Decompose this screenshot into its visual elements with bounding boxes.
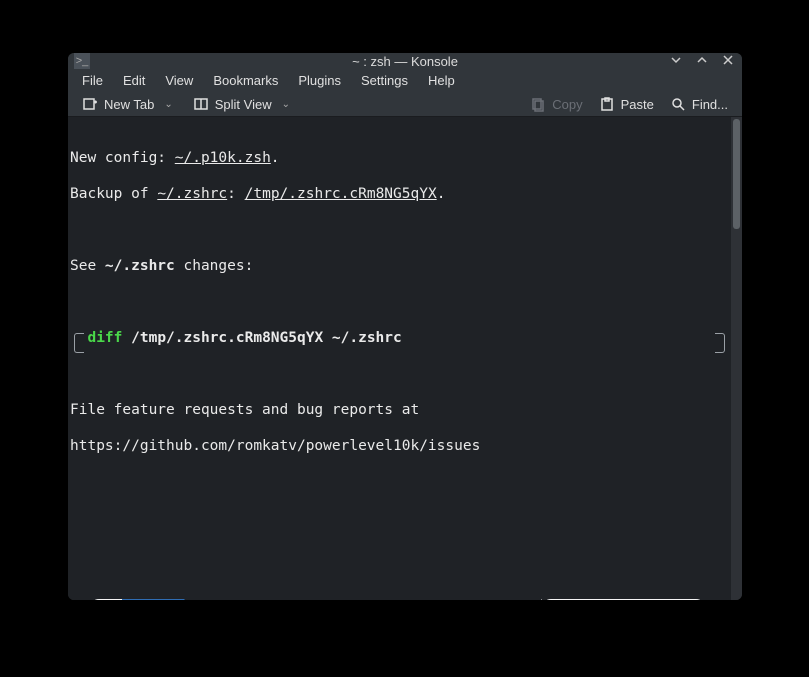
text: . <box>271 150 280 166</box>
terminal-content[interactable]: New config: ~/.p10k.zsh. Backup of ~/.zs… <box>68 117 731 600</box>
text: See <box>70 258 105 274</box>
time-prefix: at <box>552 599 578 600</box>
terminal-area: New config: ~/.p10k.zsh. Backup of ~/.zs… <box>68 117 742 600</box>
diff-args: /tmp/.zshrc.cRm8NG5qYX ~/.zshrc <box>131 330 402 346</box>
path-link[interactable]: ~/.zshrc <box>157 186 227 202</box>
text: changes: <box>175 258 254 274</box>
time-value: 11:10:11 PM <box>584 599 680 600</box>
chevron-down-icon[interactable]: ⌄ <box>160 99 176 110</box>
prompt-bracket-right <box>715 333 725 353</box>
paste-label: Paste <box>621 97 654 112</box>
menu-plugins[interactable]: Plugins <box>288 69 351 92</box>
paste-icon <box>599 96 615 112</box>
url-text: https://github.com/romkatv/powerlevel10k… <box>68 437 731 455</box>
menubar: File Edit View Bookmarks Plugins Setting… <box>68 69 742 92</box>
paste-button[interactable]: Paste <box>593 92 660 116</box>
dir-segment: 🏠 ~ <box>122 599 184 600</box>
copy-icon <box>530 96 546 112</box>
path-link[interactable]: ~/.p10k.zsh <box>175 150 271 166</box>
konsole-window: >_ ~ : zsh — Konsole File Edit View Book… <box>68 53 742 600</box>
find-button[interactable]: Find... <box>664 92 734 116</box>
copy-button: Copy <box>524 92 588 116</box>
path-link[interactable]: /tmp/.zshrc.cRm8NG5qYX <box>245 186 437 202</box>
new-tab-button[interactable]: New Tab ⌄ <box>76 92 183 116</box>
text: : <box>227 186 244 202</box>
text: New config: <box>70 150 175 166</box>
os-segment: ⋀ <box>90 599 122 600</box>
menu-bookmarks[interactable]: Bookmarks <box>203 69 288 92</box>
app-icon: >_ <box>74 53 90 69</box>
split-view-icon <box>193 96 209 112</box>
toolbar: New Tab ⌄ Split View ⌄ Copy <box>68 92 742 117</box>
maximize-button[interactable] <box>694 54 710 69</box>
menu-help[interactable]: Help <box>418 69 465 92</box>
menu-edit[interactable]: Edit <box>113 69 155 92</box>
text: Backup of <box>70 186 157 202</box>
close-button[interactable] <box>720 54 736 69</box>
find-label: Find... <box>692 97 728 112</box>
chevron-down-icon[interactable]: ⌄ <box>278 99 294 110</box>
prompt-left: ⋀ 🏠 ~ <box>74 599 184 600</box>
search-icon <box>670 96 686 112</box>
menu-file[interactable]: File <box>72 69 113 92</box>
titlebar[interactable]: >_ ~ : zsh — Konsole <box>68 53 742 69</box>
new-tab-label: New Tab <box>104 97 154 112</box>
split-view-label: Split View <box>215 97 272 112</box>
copy-label: Copy <box>552 97 582 112</box>
text-bold: ~/.zshrc <box>105 258 175 274</box>
dir-text: ~ <box>164 599 173 600</box>
clock-icon: ⊙ <box>686 599 695 600</box>
home-icon: 🏠 <box>140 599 154 600</box>
prompt-right: ✔ at 11:10:11 PM ⊙ <box>526 599 725 600</box>
split-view-button[interactable]: Split View ⌄ <box>187 92 300 116</box>
minimize-button[interactable] <box>668 54 684 69</box>
new-tab-icon <box>82 96 98 112</box>
menu-settings[interactable]: Settings <box>351 69 418 92</box>
scrollbar[interactable] <box>731 117 742 600</box>
prompt-row: ⋀ 🏠 ~ ✔ at 11:10:11 PM ⊙ <box>68 599 731 600</box>
diff-command: diff <box>87 330 122 346</box>
window-title: ~ : zsh — Konsole <box>352 54 458 69</box>
time-segment: at 11:10:11 PM ⊙ <box>542 599 705 600</box>
menu-view[interactable]: View <box>155 69 203 92</box>
scrollbar-thumb[interactable] <box>733 119 740 229</box>
text: File feature requests and bug reports at <box>68 401 731 419</box>
prompt-bracket-left <box>74 333 84 353</box>
text: . <box>437 186 446 202</box>
